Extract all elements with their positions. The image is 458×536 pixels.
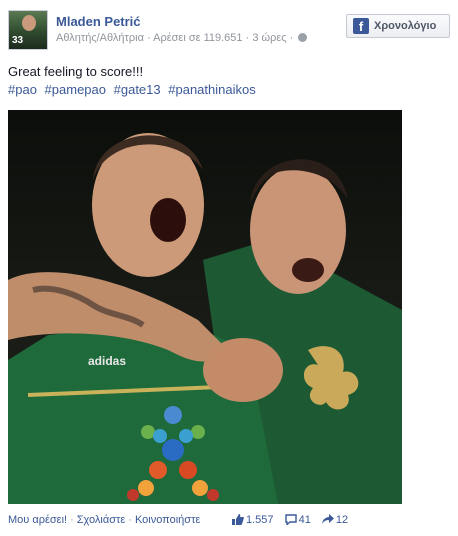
comments-count: 41 [298,514,311,526]
comment-link[interactable]: Σχολιάστε [77,514,126,526]
shares-count-group[interactable]: 12 [321,514,349,526]
page-likes[interactable]: Αρέσει σε 119.651 [153,32,242,44]
likes-count: 1.557 [246,514,274,526]
post-counts: 1.557 41 12 [232,514,356,526]
hashtag-link[interactable]: #panathinaikos [168,82,255,97]
hashtags: #pao #pamepao #gate13 #panathinaikos [8,82,260,97]
hand [203,338,283,402]
left-player-mouth [150,198,186,242]
photo-illustration: adidas [8,133,402,504]
shares-count: 12 [335,514,349,526]
timeline-button-label: Χρονολόγιο [374,20,437,32]
facebook-icon: f [353,18,369,34]
post-photo[interactable]: adidas [8,110,402,504]
right-player-mouth [292,258,324,282]
meta-separator: · [147,32,151,44]
share-arrow-icon [321,514,334,524]
avatar-face [22,15,36,31]
comment-icon [284,514,297,525]
hashtag-link[interactable]: #pamepao [45,82,106,97]
hashtag-link[interactable]: #gate13 [114,82,161,97]
author-category: Αθλητής/Αθλήτρια [56,32,144,44]
post-header: 33 Mladen Petrić Αθλητής/Αθλήτρια · Αρέσ… [8,6,450,54]
post-time[interactable]: 3 ώρες [252,32,286,44]
thumbs-up-icon [232,514,244,525]
meta-separator: · [245,32,250,44]
likes-count-group[interactable]: 1.557 [232,514,277,526]
post-message: Great feeling to score!!! [8,64,144,79]
author-avatar[interactable]: 33 [8,10,48,50]
comments-count-group[interactable]: 41 [284,514,314,526]
post-meta: Αθλητής/Αθλήτρια · Αρέσει σε 119.651 · 3… [56,32,308,44]
author-name[interactable]: Mladen Petrić [56,14,141,29]
meta-separator: · [289,32,294,44]
actions-separator: · [70,514,74,526]
hashtag-link[interactable]: #pao [8,82,37,97]
share-link[interactable]: Κοινοποιήστε [135,514,200,526]
timeline-button[interactable]: f Χρονολόγιο [346,14,450,38]
like-link[interactable]: Μου αρέσει! [8,514,67,526]
globe-icon[interactable] [298,33,308,42]
actions-separator: · [128,514,132,526]
post-actions: Μου αρέσει! · Σχολιάστε · Κοινοποιήστε 1.557… [8,514,450,526]
avatar-jersey-number: 33 [12,35,24,46]
adidas-logo: adidas [88,354,126,368]
